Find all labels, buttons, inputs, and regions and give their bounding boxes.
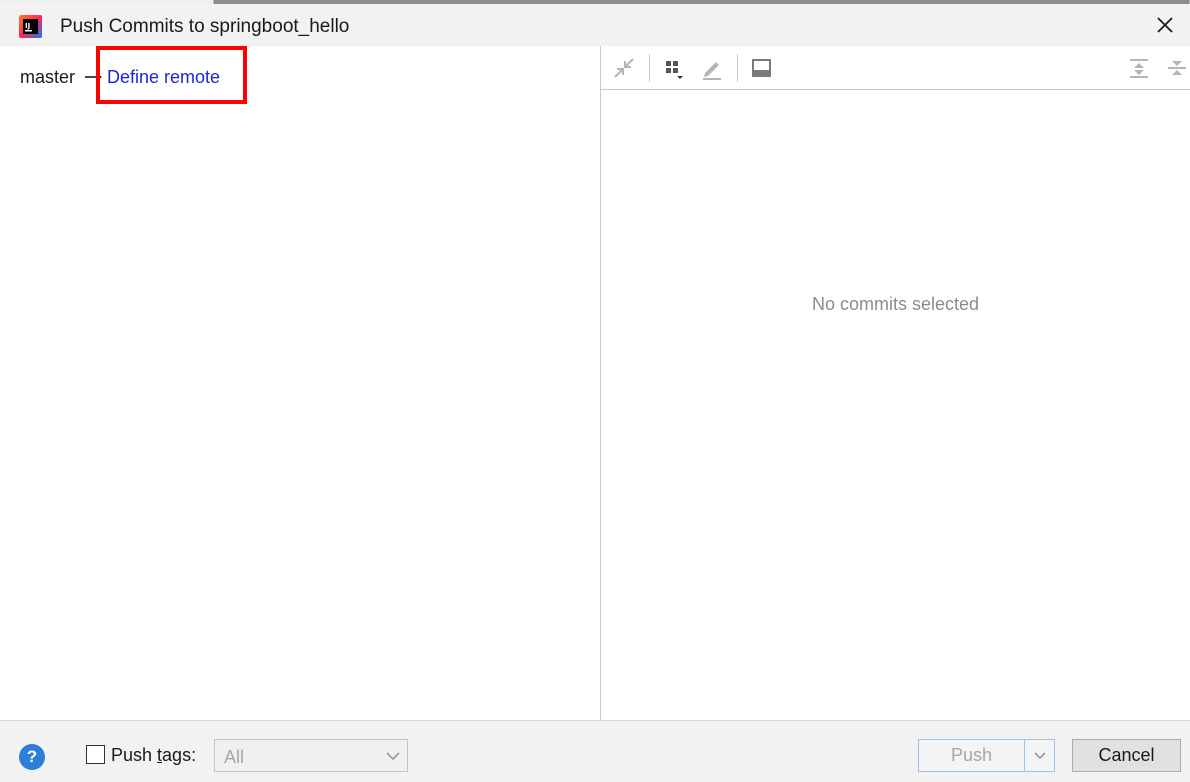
collapse-arrows-icon[interactable] xyxy=(611,55,637,81)
dialog-titlebar: IJ Push Commits to springboot_hello xyxy=(0,4,1190,46)
define-remote-link[interactable]: Define remote xyxy=(107,66,220,88)
push-tags-label: Push tags: xyxy=(111,744,196,766)
push-options-dropdown[interactable] xyxy=(1024,739,1055,772)
repositories-pane: master Define remote xyxy=(0,46,600,720)
tags-select-value: All xyxy=(224,747,245,767)
details-toolbar xyxy=(601,46,1190,90)
help-icon[interactable]: ? xyxy=(19,744,45,770)
commit-details-pane: No commits selected xyxy=(601,46,1190,720)
local-branch-label: master xyxy=(20,67,76,87)
dialog-title: Push Commits to springboot_hello xyxy=(60,16,350,37)
push-tags-label-end: ags: xyxy=(162,745,197,765)
svg-text:IJ: IJ xyxy=(25,22,30,30)
push-button[interactable]: Push xyxy=(918,739,1024,772)
toolbar-separator xyxy=(649,54,650,82)
push-tags-label-start: Push xyxy=(111,745,158,765)
close-icon[interactable] xyxy=(1150,10,1180,40)
intellij-idea-icon: IJ xyxy=(19,15,42,38)
chevron-down-icon xyxy=(1034,752,1046,760)
group-by-icon[interactable] xyxy=(661,55,687,81)
tags-select[interactable]: All xyxy=(214,739,408,772)
preview-icon[interactable] xyxy=(749,55,775,81)
toolbar-separator xyxy=(737,54,738,82)
collapse-all-icon[interactable] xyxy=(1164,55,1190,81)
empty-state-message: No commits selected xyxy=(811,294,980,314)
chevron-down-icon xyxy=(386,752,400,761)
expand-all-icon[interactable] xyxy=(1126,55,1152,81)
edit-icon[interactable] xyxy=(699,55,725,81)
dialog-footer: ? Push tags: All Push Cancel xyxy=(0,720,1190,782)
arrow-right-icon xyxy=(85,73,102,81)
push-tags-checkbox[interactable] xyxy=(86,745,105,764)
cancel-button[interactable]: Cancel xyxy=(1072,739,1181,772)
